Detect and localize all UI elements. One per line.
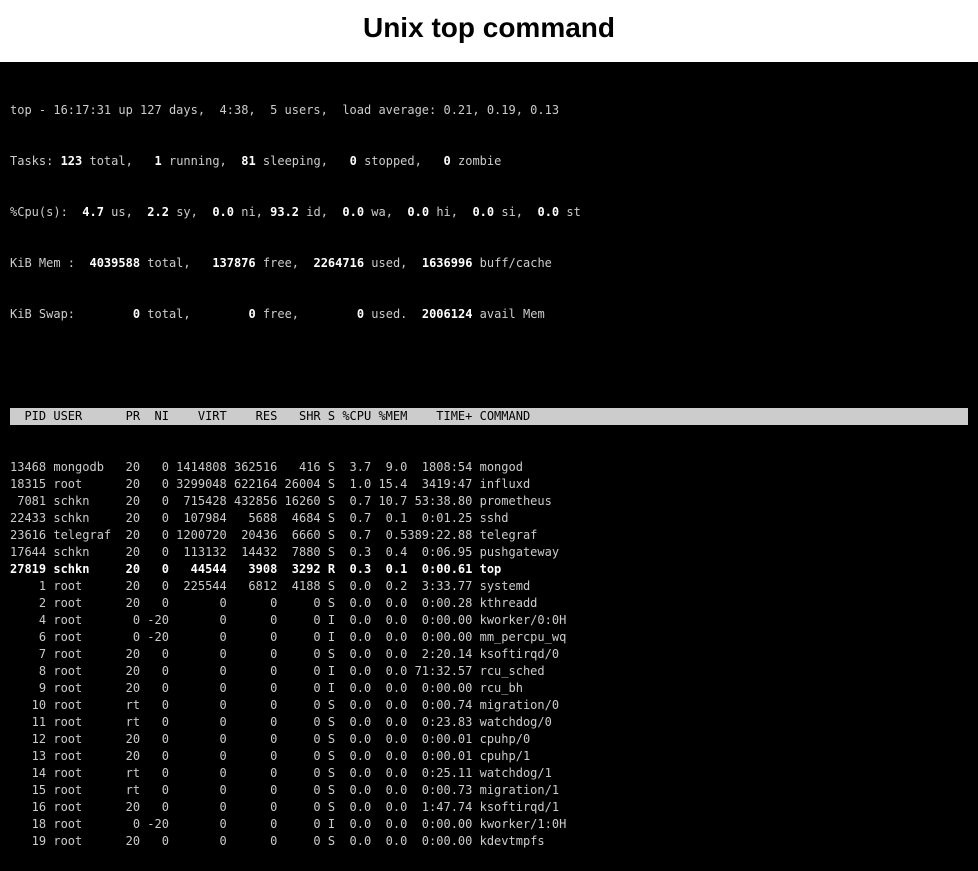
process-list: 13468 mongodb 20 0 1414808 362516 416 S … [10,459,968,850]
process-row: 11 root rt 0 0 0 0 S 0.0 0.0 0:23.83 wat… [10,714,968,731]
process-row: 18 root 0 -20 0 0 0 I 0.0 0.0 0:00.00 kw… [10,816,968,833]
process-header: PID USER PR NI VIRT RES SHR S %CPU %MEM … [10,408,968,425]
process-row: 9 root 20 0 0 0 0 I 0.0 0.0 0:00.00 rcu_… [10,680,968,697]
summary-swap: KiB Swap: 0 total, 0 free, 0 used. 20061… [10,306,968,323]
process-row: 19 root 20 0 0 0 0 S 0.0 0.0 0:00.00 kde… [10,833,968,850]
process-row: 6 root 0 -20 0 0 0 I 0.0 0.0 0:00.00 mm_… [10,629,968,646]
page-title: Unix top command [0,0,978,62]
process-row: 13468 mongodb 20 0 1414808 362516 416 S … [10,459,968,476]
process-row: 27819 schkn 20 0 44544 3908 3292 R 0.3 0… [10,561,968,578]
summary-uptime: top - 16:17:31 up 127 days, 4:38, 5 user… [10,102,968,119]
process-row: 13 root 20 0 0 0 0 S 0.0 0.0 0:00.01 cpu… [10,748,968,765]
terminal-window[interactable]: top - 16:17:31 up 127 days, 4:38, 5 user… [0,62,978,871]
process-row: 1 root 20 0 225544 6812 4188 S 0.0 0.2 3… [10,578,968,595]
process-row: 16 root 20 0 0 0 0 S 0.0 0.0 1:47.74 kso… [10,799,968,816]
summary-mem: KiB Mem : 4039588 total, 137876 free, 22… [10,255,968,272]
process-row: 15 root rt 0 0 0 0 S 0.0 0.0 0:00.73 mig… [10,782,968,799]
process-row: 12 root 20 0 0 0 0 S 0.0 0.0 0:00.01 cpu… [10,731,968,748]
process-row: 2 root 20 0 0 0 0 S 0.0 0.0 0:00.28 kthr… [10,595,968,612]
process-row: 18315 root 20 0 3299048 622164 26004 S 1… [10,476,968,493]
process-row: 8 root 20 0 0 0 0 I 0.0 0.0 71:32.57 rcu… [10,663,968,680]
process-row: 7081 schkn 20 0 715428 432856 16260 S 0.… [10,493,968,510]
summary-cpu: %Cpu(s): 4.7 us, 2.2 sy, 0.0 ni, 93.2 id… [10,204,968,221]
process-row: 17644 schkn 20 0 113132 14432 7880 S 0.3… [10,544,968,561]
process-row: 4 root 0 -20 0 0 0 I 0.0 0.0 0:00.00 kwo… [10,612,968,629]
process-row: 23616 telegraf 20 0 1200720 20436 6660 S… [10,527,968,544]
process-row: 7 root 20 0 0 0 0 S 0.0 0.0 2:20.14 ksof… [10,646,968,663]
summary-tasks: Tasks: 123 total, 1 running, 81 sleeping… [10,153,968,170]
process-row: 22433 schkn 20 0 107984 5688 4684 S 0.7 … [10,510,968,527]
process-row: 14 root rt 0 0 0 0 S 0.0 0.0 0:25.11 wat… [10,765,968,782]
summary-blank [10,357,968,374]
process-row: 10 root rt 0 0 0 0 S 0.0 0.0 0:00.74 mig… [10,697,968,714]
